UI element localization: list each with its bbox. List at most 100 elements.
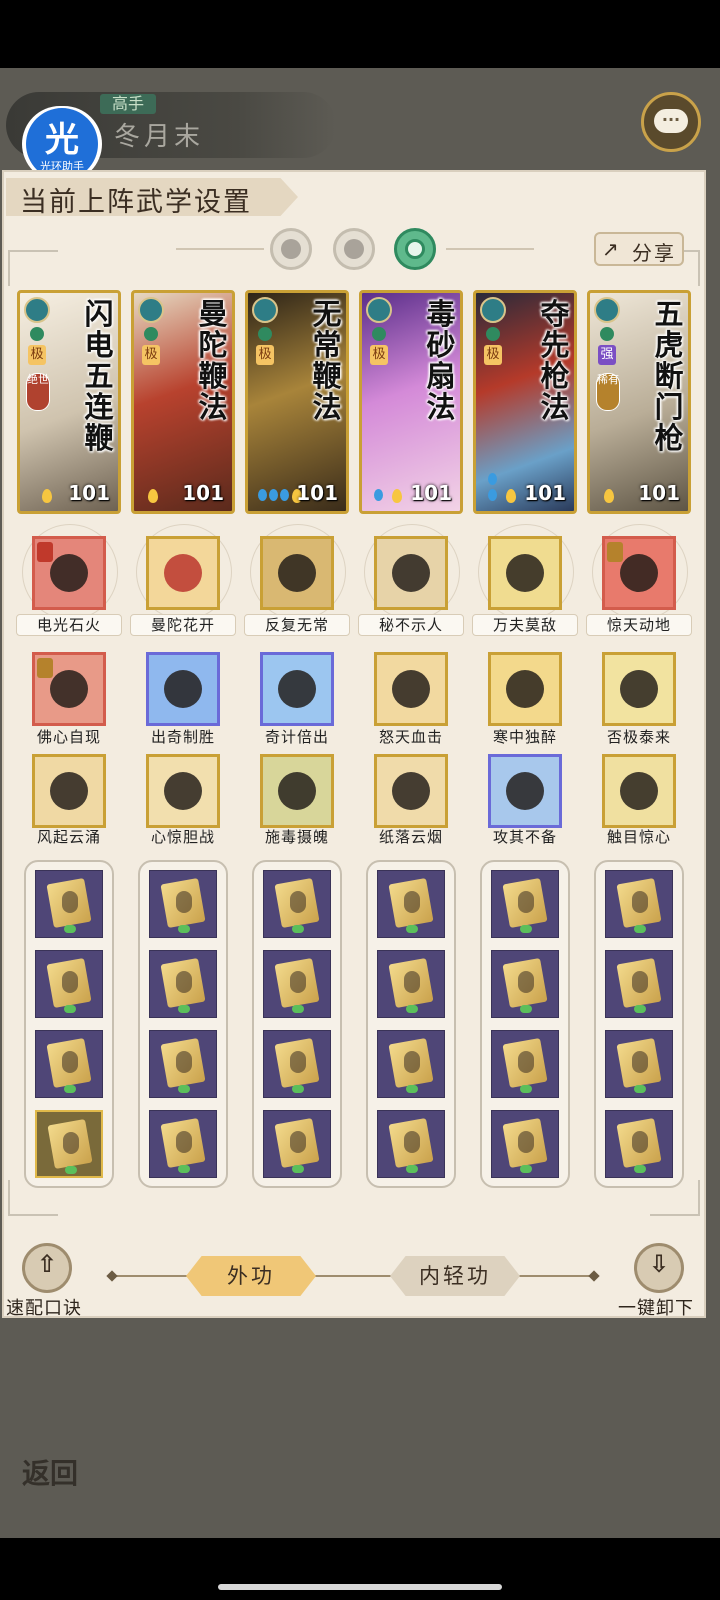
technique-icon[interactable]: [260, 652, 334, 726]
ultimate-skill-icon[interactable]: [32, 536, 106, 610]
mantra-level-pip-icon: [178, 1085, 190, 1093]
rarity-mark-icon: [37, 658, 53, 678]
mantra-figure-icon: [518, 1131, 534, 1153]
mantra-scroll-slot[interactable]: [263, 950, 331, 1018]
mantra-scroll-slot[interactable]: [35, 950, 103, 1018]
mantra-scroll-slot[interactable]: [149, 1110, 217, 1178]
technique-icon[interactable]: [488, 754, 562, 828]
mantra-scroll-slot[interactable]: [263, 1030, 331, 1098]
mantra-level-pip-icon: [520, 1085, 532, 1093]
mantra-level-pip-icon: [520, 1005, 532, 1013]
mantra-scroll-slot[interactable]: [149, 870, 217, 938]
moon-marker-icon: [30, 327, 44, 341]
mantra-scroll-slot[interactable]: [377, 1030, 445, 1098]
download-arrow-icon: ⇩: [648, 1250, 670, 1278]
skill-card[interactable]: 极 毒砂扇法 101: [359, 290, 463, 514]
share-label: 分享: [632, 241, 676, 265]
skill-card[interactable]: 强 稀有 五虎断门枪 101: [587, 290, 691, 514]
mantra-level-pip-icon: [520, 925, 532, 933]
player-name: 冬月末: [114, 122, 205, 152]
mantra-level-pip-icon: [634, 925, 646, 933]
technique-icon[interactable]: [602, 652, 676, 726]
chat-button[interactable]: ···: [641, 92, 701, 152]
player-rank-badge: 高手: [100, 94, 156, 114]
technique-icon[interactable]: [602, 754, 676, 828]
ultimate-skill-icon[interactable]: [374, 536, 448, 610]
skill-card[interactable]: 极 曼陀鞭法 101: [131, 290, 235, 514]
skill-card[interactable]: 极 绝世 闪电五连鞭 101: [17, 290, 121, 514]
falling-paper-icon: [392, 772, 430, 810]
mantra-scroll-slot[interactable]: [491, 870, 559, 938]
mantra-scroll-slot[interactable]: [377, 870, 445, 938]
mode-jade-icon[interactable]: [394, 228, 436, 270]
mantra-scroll-slot[interactable]: [377, 950, 445, 1018]
ultimate-label: 惊天动地: [586, 614, 692, 636]
water-drop-icon: [258, 489, 267, 501]
skill-card[interactable]: 极 无常鞭法 101: [245, 290, 349, 514]
tab-inner-skill[interactable]: 内轻功: [390, 1256, 520, 1296]
mantra-scroll-slot[interactable]: [263, 870, 331, 938]
mantra-scroll-slot[interactable]: [377, 1110, 445, 1178]
mantra-level-pip-icon: [64, 1005, 76, 1013]
ultimate-figure-icon: [506, 554, 544, 592]
mantra-level-pip-icon: [406, 1165, 418, 1173]
moon-marker-icon: [600, 327, 614, 341]
technique-icon[interactable]: [260, 754, 334, 828]
technique-icon[interactable]: [32, 754, 106, 828]
technique-icon[interactable]: [374, 754, 448, 828]
mantra-scroll-slot[interactable]: [263, 1110, 331, 1178]
technique-icon[interactable]: [374, 652, 448, 726]
mantra-scroll-slot[interactable]: [605, 870, 673, 938]
mantra-level-pip-icon: [65, 1166, 77, 1174]
mantra-level-pip-icon: [292, 1085, 304, 1093]
school-emblem-icon: [480, 297, 506, 323]
mantra-scroll-slot[interactable]: [491, 950, 559, 1018]
mode-moon-icon[interactable]: [270, 228, 312, 270]
skill-name: 五虎断门枪: [654, 297, 684, 455]
technique-icon[interactable]: [146, 754, 220, 828]
ultimate-skill-icon[interactable]: [146, 536, 220, 610]
technique-label: 否极泰来: [606, 728, 671, 746]
moon-marker-icon: [372, 327, 386, 341]
ultimate-label: 反复无常: [244, 614, 350, 636]
ultimate-skill-icon[interactable]: [488, 536, 562, 610]
ultimate-skill-icon[interactable]: [260, 536, 334, 610]
praying-hands-icon: [50, 670, 88, 708]
mantra-figure-icon: [632, 1051, 648, 1073]
skill-name: 无常鞭法: [312, 297, 342, 424]
share-icon: ↗: [602, 237, 619, 261]
mantra-figure-icon: [176, 891, 192, 913]
mantra-scroll-slot[interactable]: [35, 870, 103, 938]
water-drop-icon: [374, 489, 383, 501]
mantra-scroll-slot[interactable]: [149, 950, 217, 1018]
mantra-scroll-slot[interactable]: [491, 1030, 559, 1098]
ultimate-skill-icon[interactable]: [602, 536, 676, 610]
back-button[interactable]: 返回: [22, 1452, 78, 1492]
school-emblem-icon: [24, 297, 50, 323]
mantra-level-pip-icon: [64, 1085, 76, 1093]
sun-symbol-icon: [344, 239, 364, 259]
technique-icon[interactable]: [146, 652, 220, 726]
skill-card[interactable]: 极 夺先枪法 101: [473, 290, 577, 514]
home-indicator[interactable]: [218, 1584, 502, 1590]
mantra-scroll-slot[interactable]: [491, 1110, 559, 1178]
mode-sun-icon[interactable]: [333, 228, 375, 270]
mantra-scroll-slot[interactable]: [149, 1030, 217, 1098]
mantra-scroll-slot[interactable]: [605, 1110, 673, 1178]
mantra-scroll-slot[interactable]: [35, 1110, 103, 1178]
water-drop-icon: [280, 489, 289, 501]
mantra-figure-icon: [176, 1051, 192, 1073]
share-button[interactable]: ↗ 分享: [594, 232, 684, 266]
technique-icon[interactable]: [32, 652, 106, 726]
ultimate-label: 电光石火: [16, 614, 122, 636]
mantra-scroll-slot[interactable]: [605, 1030, 673, 1098]
technique-icon[interactable]: [488, 652, 562, 726]
quick-config-button[interactable]: ⇧: [22, 1243, 72, 1293]
unequip-all-button[interactable]: ⇩: [634, 1243, 684, 1293]
mantra-figure-icon: [404, 891, 420, 913]
mantra-figure-icon: [518, 891, 534, 913]
mantra-scroll-slot[interactable]: [605, 950, 673, 1018]
mantra-figure-icon: [518, 971, 534, 993]
tab-outer-skill[interactable]: 外功: [186, 1256, 316, 1296]
mantra-scroll-slot[interactable]: [35, 1030, 103, 1098]
